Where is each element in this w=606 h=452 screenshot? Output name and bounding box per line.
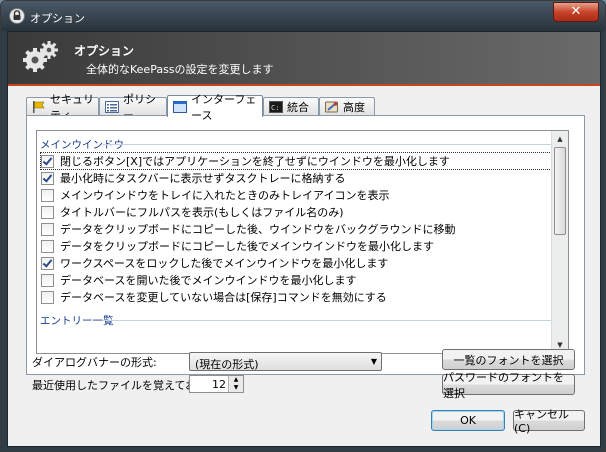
option-label: 閉じるボタン[X]ではアプリケーションを終了せずにウインドウを最小化します	[60, 155, 450, 168]
title-bar[interactable]: オプション ✕	[1, 1, 605, 31]
option-minimize-after-open[interactable]: データベースを開いた後でメインウインドウを最小化します	[41, 272, 551, 288]
close-button[interactable]: ✕	[553, 2, 599, 22]
gears-icon	[23, 41, 58, 72]
option-label: ワークスペースをロックした後でメインウインドウを最小化します	[60, 257, 389, 270]
integration-console-icon: C:	[269, 100, 283, 113]
interface-window-icon	[173, 100, 187, 113]
stepper-buttons: ▲ ▼	[228, 376, 243, 392]
option-label: メインウインドウをトレイに入れたときのみトレイアイコンを表示	[60, 189, 390, 202]
checkbox[interactable]	[41, 205, 54, 219]
scroll-up-button[interactable]: ▲	[553, 132, 567, 146]
dialog-client: オプション 全体的なKeePassの設定を変更します セキュリティ ポリシー イ…	[7, 31, 601, 447]
checkbox[interactable]	[41, 188, 54, 202]
checkbox[interactable]	[41, 256, 54, 270]
checkbox[interactable]	[41, 222, 54, 236]
option-minimize-to-tray[interactable]: 最小化時にタスクバーに表示せずタスクトレーに格納する	[41, 170, 551, 186]
interface-tab-panel: メインウインドウ 閉じるボタン[X]ではアプリケーションを終了せずにウインドウを…	[26, 115, 585, 375]
checkbox[interactable]	[41, 171, 54, 185]
policy-list-icon	[105, 100, 119, 113]
options-list[interactable]: メインウインドウ 閉じるボタン[X]ではアプリケーションを終了せずにウインドウを…	[36, 130, 569, 354]
option-label: データベースを変更していない場合は[保存]コマンドを無効にする	[60, 291, 387, 304]
cancel-button[interactable]: キャンセル(C)	[513, 408, 585, 435]
option-label: 最小化時にタスクバーに表示せずタスクトレーに格納する	[60, 172, 346, 185]
option-minimize-on-close[interactable]: 閉じるボタン[X]ではアプリケーションを終了せずにウインドウを最小化します	[40, 152, 552, 170]
tab-integration[interactable]: C: 統合	[263, 97, 319, 115]
options-list-scrollbar[interactable]: ▲ ▼	[551, 131, 568, 353]
tab-advanced[interactable]: 高度	[319, 97, 375, 115]
tab-label: 高度	[343, 100, 365, 114]
ok-button[interactable]: OK	[431, 410, 505, 431]
chevron-down-icon: ▼	[370, 357, 377, 366]
option-minimize-after-lock[interactable]: ワークスペースをロックした後でメインウインドウを最小化します	[41, 255, 551, 271]
option-label: タイトルバーにフルパスを表示(もしくはファイル名のみ)	[60, 206, 344, 219]
select-password-font-button[interactable]: パスワードのフォントを選択	[442, 371, 575, 400]
option-label: データをクリップボードにコピーした後でメインウインドウを最小化します	[60, 240, 434, 253]
select-list-font-button[interactable]: 一覧のフォントを選択	[442, 349, 575, 370]
tab-policy[interactable]: ポリシー	[99, 93, 167, 122]
banner-style-value: (現在の形式)	[195, 358, 259, 371]
tab-security[interactable]: セキュリティ	[26, 93, 99, 122]
group-divider	[103, 320, 560, 321]
banner-subtitle: 全体的なKeePassの設定を変更します	[86, 63, 274, 76]
options-window: オプション ✕ オプション 全体的なKeePassの設定を変更します セキュリ …	[0, 0, 606, 452]
mru-count-value: 12	[212, 378, 226, 391]
banner-title: オプション	[74, 44, 135, 58]
dialog-banner: オプション 全体的なKeePassの設定を変更します	[8, 32, 600, 86]
mru-count-stepper[interactable]: 12 ▲ ▼	[189, 375, 244, 393]
svg-text:C:: C:	[271, 104, 279, 112]
option-tray-icon-only-when-trayed[interactable]: メインウインドウをトレイに入れたときのみトレイアイコンを表示	[41, 187, 551, 203]
option-label: データをクリップボードにコピーした後、ウインドウをバックグラウンドに移動	[60, 223, 456, 236]
tab-interface[interactable]: インターフェース	[167, 93, 263, 122]
group-divider	[103, 144, 560, 145]
option-full-path-in-title[interactable]: タイトルバーにフルパスを表示(もしくはファイル名のみ)	[41, 204, 551, 220]
mru-count-label: 最近使用したファイルを覚えておく:	[32, 379, 211, 392]
lock-icon	[9, 8, 25, 24]
checkbox[interactable]	[41, 273, 54, 287]
tab-label: インターフェース	[191, 92, 257, 122]
advanced-tools-icon	[325, 101, 338, 112]
scroll-thumb[interactable]	[554, 147, 566, 235]
option-label: データベースを開いた後でメインウインドウを最小化します	[60, 274, 357, 287]
checkbox[interactable]	[41, 154, 54, 168]
banner-style-dropdown[interactable]: (現在の形式) ▼	[189, 352, 382, 371]
tab-label: 統合	[287, 100, 309, 114]
window-title: オプション	[30, 12, 85, 25]
option-disable-save-if-unmodified[interactable]: データベースを変更していない場合は[保存]コマンドを無効にする	[41, 289, 551, 305]
security-flag-icon	[33, 100, 45, 113]
checkbox[interactable]	[41, 239, 54, 253]
banner-style-label: ダイアログバナーの形式:	[32, 356, 157, 369]
option-minimize-after-copy[interactable]: データをクリップボードにコピーした後でメインウインドウを最小化します	[41, 238, 551, 254]
checkbox[interactable]	[41, 290, 54, 304]
stepper-down-button[interactable]: ▼	[229, 384, 243, 392]
option-drop-to-background-after-copy[interactable]: データをクリップボードにコピーした後、ウインドウをバックグラウンドに移動	[41, 221, 551, 237]
